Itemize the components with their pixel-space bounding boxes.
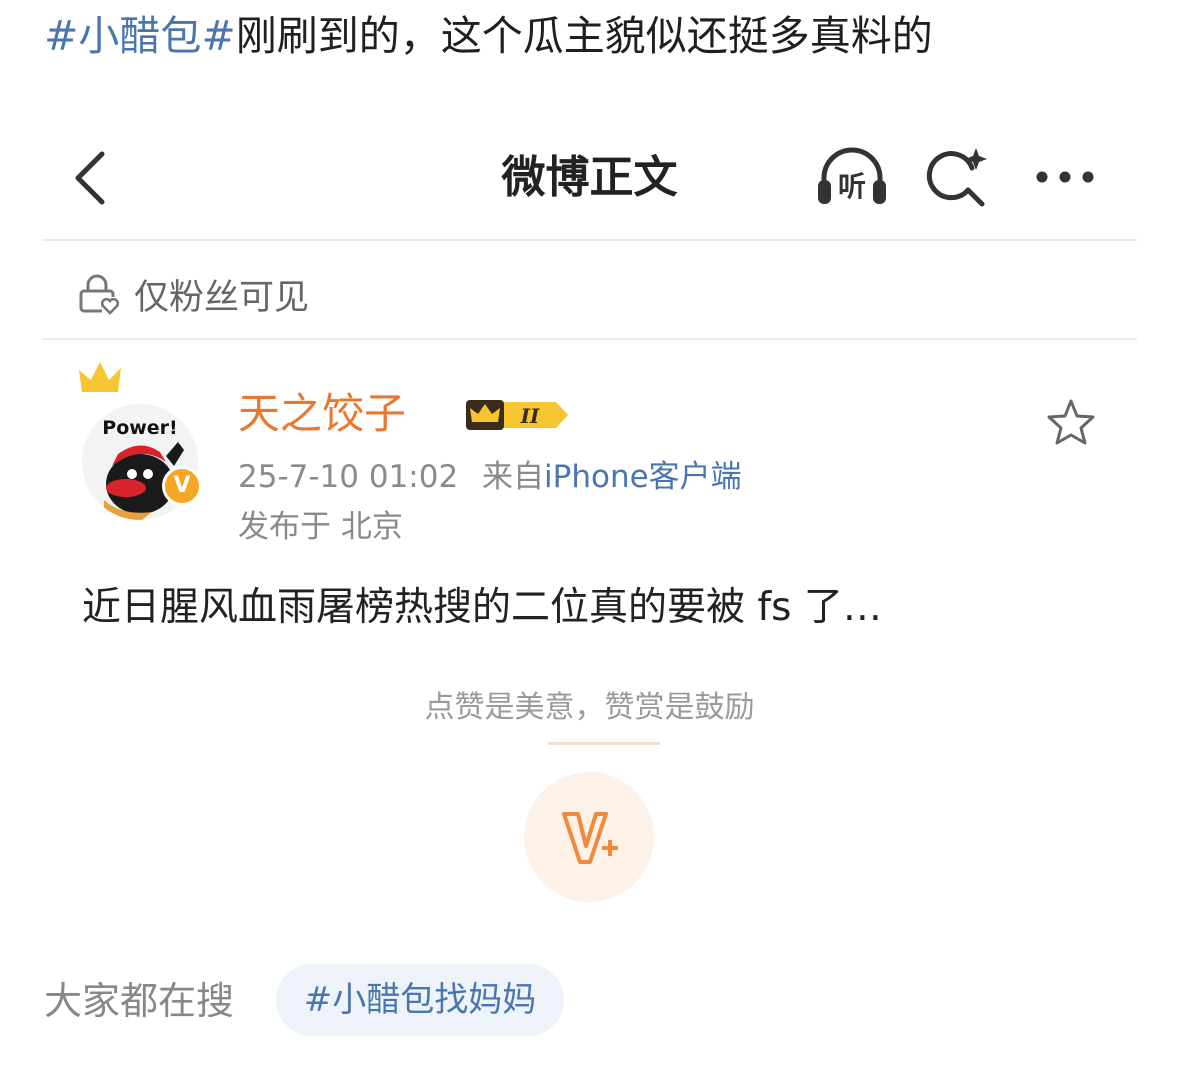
post-location: 发布于 北京	[238, 509, 403, 545]
section-divider	[42, 338, 1137, 340]
search-button[interactable]	[926, 146, 992, 208]
caption-hashtag[interactable]: #小醋包#	[44, 12, 236, 60]
headphones-icon: 听	[818, 147, 886, 204]
source-prefix: 来自	[482, 459, 545, 495]
reward-button[interactable]	[524, 772, 654, 902]
search-sparkle-icon	[926, 148, 987, 207]
verified-badge: V	[162, 466, 202, 506]
author-avatar[interactable]: Power! V	[76, 358, 206, 520]
nav-divider	[42, 239, 1137, 241]
v-plus-icon	[562, 812, 618, 864]
nav-bar: 微博正文 听	[42, 118, 1137, 239]
caption-text: 刚刷到的，这个瓜主貌似还挺多真料的	[235, 12, 933, 60]
post-time: 25-7-10 01:02	[238, 459, 459, 495]
listen-label: 听	[838, 170, 866, 203]
trending-tag-pill[interactable]: #小醋包找妈妈	[276, 964, 564, 1036]
tip-underline	[548, 742, 660, 745]
crown-icon	[79, 362, 121, 392]
member-level-badge[interactable]: II	[464, 396, 572, 434]
post-meta: 25-7-10 01:02 来自iPhone客户端	[238, 454, 742, 500]
source-client-link[interactable]: iPhone客户端	[544, 459, 742, 495]
post-content[interactable]: 近日腥风血雨屠榜热搜的二位真的要被 fs 了…	[82, 580, 882, 636]
listen-button[interactable]: 听	[814, 146, 890, 208]
visibility-label: 仅粉丝可见	[134, 277, 310, 318]
more-button[interactable]	[1032, 162, 1098, 192]
author-name[interactable]: 天之饺子	[238, 386, 406, 442]
visibility-notice: 仅粉丝可见	[78, 266, 309, 322]
reward-tip: 点赞是美意，赞赏是鼓励	[424, 690, 755, 725]
level-text: II	[520, 404, 540, 428]
favorite-star-icon[interactable]	[1046, 398, 1096, 446]
more-dots-icon	[1036, 171, 1094, 183]
lock-heart-icon	[79, 274, 120, 315]
trending-label: 大家都在搜	[44, 979, 235, 1023]
post-caption: #小醋包#刚刷到的，这个瓜主貌似还挺多真料的	[44, 8, 933, 64]
screenshot-card: 微博正文 听 仅粉丝可见 Power! V 天之饺子 II 25-7-10 01…	[42, 118, 1137, 918]
avatar-text: Power!	[102, 417, 177, 439]
